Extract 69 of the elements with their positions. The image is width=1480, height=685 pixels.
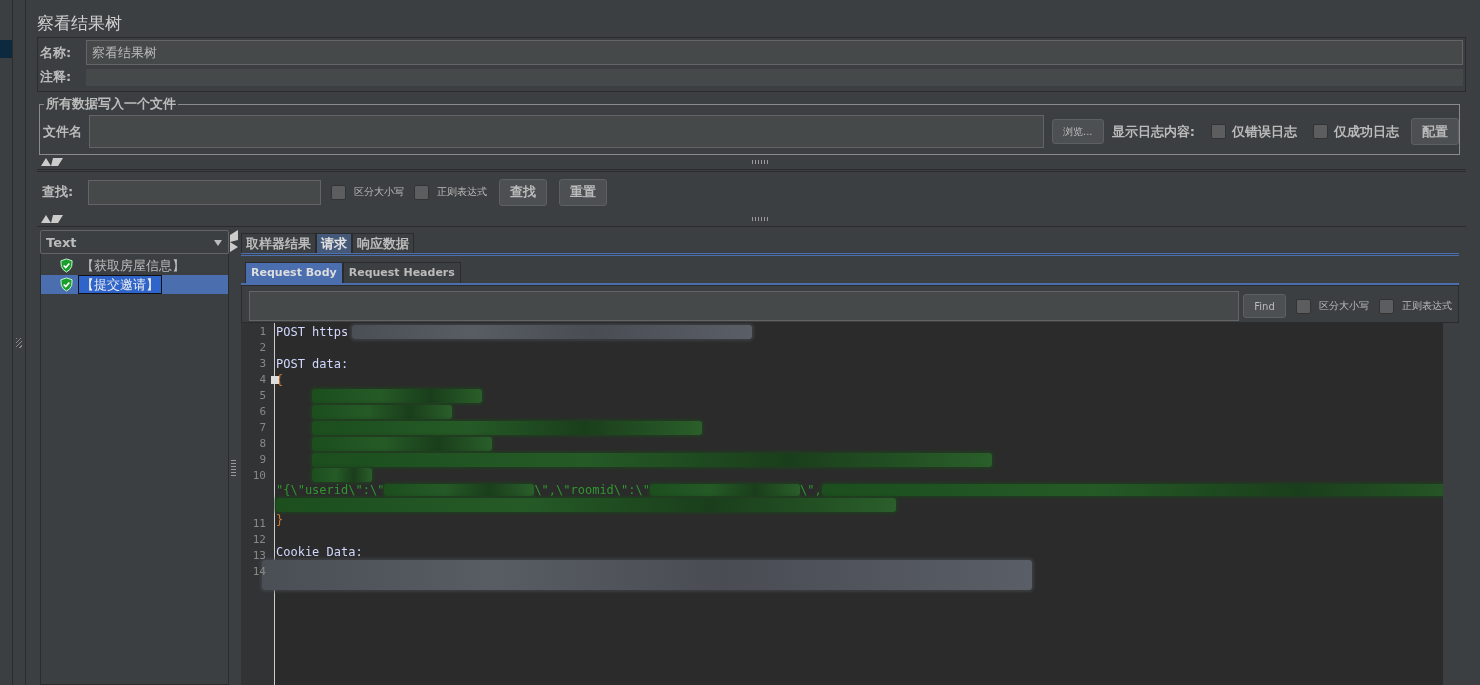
search-field[interactable] (88, 179, 321, 205)
line-number: 2 (259, 341, 266, 354)
code-text: } (276, 512, 284, 528)
splitter-handle[interactable] (751, 217, 770, 221)
code-text: \", (799, 482, 822, 498)
line-number: 6 (259, 405, 266, 418)
find-field[interactable] (249, 291, 1239, 321)
checkbox[interactable] (331, 184, 346, 200)
code-text: Cookie Data: (276, 544, 363, 560)
field-label: 注释: (40, 68, 73, 86)
field-label: 查找: (42, 183, 75, 201)
collapse-arrows-icon[interactable] (41, 158, 65, 166)
file-name-field[interactable] (89, 115, 1044, 148)
field-label: 名称: (40, 43, 73, 62)
checkbox[interactable] (1296, 298, 1311, 314)
checkbox[interactable] (1313, 124, 1328, 139)
code-text: "{\"userid\":\" (276, 482, 385, 498)
checkbox-label: 正则表达式 (1402, 299, 1452, 313)
checkbox[interactable] (1211, 124, 1226, 139)
line-number: 1 (259, 325, 266, 338)
group-title: 所有数据写入一个文件 (44, 95, 178, 113)
line-number: 7 (259, 421, 266, 434)
splitter-handle[interactable] (231, 457, 236, 476)
search-button[interactable]: 重置 (559, 178, 607, 206)
tree-row[interactable]: 【获取房屋信息】 (41, 256, 228, 275)
tree-item-label[interactable]: 【提交邀请】 (78, 275, 162, 294)
line-number: 14 (252, 565, 266, 578)
find-button[interactable]: Find (1243, 294, 1286, 318)
checkbox[interactable] (1379, 298, 1394, 314)
name-field[interactable]: 察看结果树 (86, 40, 1463, 65)
panel-title: 察看结果树 (37, 12, 123, 35)
code-text: POST data: (276, 356, 349, 372)
tree-row[interactable]: 【提交邀请】 (41, 275, 228, 294)
splitter-handle[interactable] (16, 337, 22, 348)
line-number: 10 (252, 469, 266, 482)
checkbox-label: 区分大小写 (1319, 299, 1369, 313)
checkbox-label: 仅成功日志 (1334, 122, 1399, 141)
line-number: 8 (259, 437, 266, 450)
tab[interactable]: 取样器结果 (241, 233, 316, 253)
splitter-handle[interactable] (751, 160, 770, 164)
collapse-arrows-icon[interactable] (41, 215, 65, 223)
config-button[interactable]: 配置 (1411, 118, 1459, 145)
renderer-dropdown[interactable]: Text (40, 230, 229, 254)
shield-check-icon (59, 277, 74, 292)
checkbox-label: 正则表达式 (437, 185, 487, 199)
checkbox-label: 区分大小写 (354, 185, 404, 199)
line-number: 12 (252, 533, 266, 546)
log-label: 显示日志内容: (1111, 122, 1195, 141)
tree-item-label[interactable]: 【获取房屋信息】 (78, 256, 188, 275)
scrollbar[interactable] (1443, 323, 1459, 685)
shield-check-icon (59, 258, 74, 273)
browse-button[interactable]: 浏览... (1051, 119, 1104, 144)
tab[interactable]: 响应数据 (352, 233, 414, 253)
line-number: 9 (259, 453, 266, 466)
checkbox-label: 仅错误日志 (1232, 122, 1297, 141)
line-number: 5 (259, 389, 266, 402)
collapse-arrows-icon[interactable] (230, 230, 238, 252)
line-number: 4 (259, 373, 266, 386)
field-label: 文件名 (43, 122, 83, 141)
checkbox[interactable] (414, 184, 429, 200)
code-text: POST https (276, 324, 349, 340)
tab[interactable]: 请求 (316, 233, 352, 253)
line-number: 11 (252, 517, 266, 530)
line-number: 13 (252, 549, 266, 562)
tab[interactable]: Request Headers (342, 262, 461, 283)
line-number: 3 (259, 357, 266, 370)
code-text: \",\"roomid\":\" (534, 482, 650, 498)
tab[interactable]: Request Body (245, 262, 343, 283)
search-button[interactable]: 查找 (499, 178, 547, 206)
